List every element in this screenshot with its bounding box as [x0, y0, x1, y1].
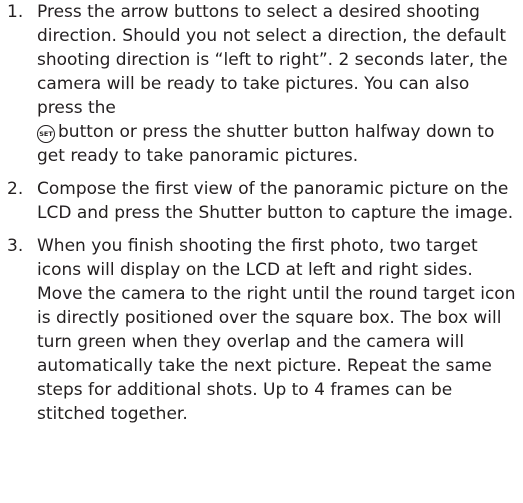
step-2: 2. Compose the first view of the panoram… — [0, 177, 523, 225]
step-1: 1. Press the arrow buttons to select a d… — [0, 0, 523, 168]
step-number: 1. — [7, 2, 24, 22]
step-text: Compose the first view of the panoramic … — [37, 179, 514, 223]
step-text: Press the arrow buttons to select a desi… — [37, 0, 517, 168]
step-3: 3. When you finish shooting the first ph… — [0, 234, 523, 426]
set-button-icon: SET — [37, 125, 55, 143]
step-number: 2. — [7, 179, 24, 199]
instruction-list: 1. Press the arrow buttons to select a d… — [0, 0, 523, 426]
step-text-before-icon: Press the arrow buttons to select a desi… — [37, 2, 508, 118]
step-text: When you finish shooting the first photo… — [37, 236, 516, 424]
step-number: 3. — [7, 236, 24, 256]
step-text-after-icon: button or press the shutter button halfw… — [37, 122, 495, 166]
